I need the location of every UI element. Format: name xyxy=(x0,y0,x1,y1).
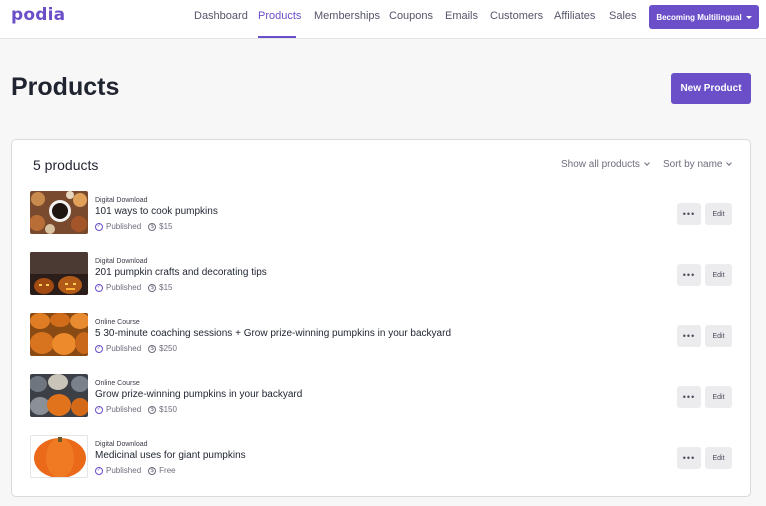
nav-products[interactable]: Products xyxy=(258,10,301,22)
price-label: $15 xyxy=(159,222,173,231)
single-pumpkin-image xyxy=(31,436,87,477)
product-meta: ✓ Published $ $15 xyxy=(95,222,173,231)
product-meta: ✓ Published $ $15 xyxy=(95,283,173,292)
jack-o-lantern-image xyxy=(30,252,88,295)
pumpkin-pile-image xyxy=(30,374,88,417)
product-name[interactable]: 101 ways to cook pumpkins xyxy=(95,206,218,217)
dollar-circle-icon: $ xyxy=(148,405,157,414)
edit-button[interactable]: Edit xyxy=(705,203,732,225)
status-label: Published xyxy=(106,283,142,292)
price-label: Free xyxy=(159,466,176,475)
coffee-pumpkin-image xyxy=(30,191,88,234)
product-name[interactable]: 5 30-minute coaching sessions + Grow pri… xyxy=(95,328,451,339)
status-label: Published xyxy=(106,222,142,231)
product-name[interactable]: Grow prize-winning pumpkins in your back… xyxy=(95,389,302,400)
product-thumbnail[interactable] xyxy=(30,191,88,234)
check-circle-icon: ✓ xyxy=(95,283,103,292)
edit-button[interactable]: Edit xyxy=(705,386,732,408)
product-type: Online Course xyxy=(95,380,140,387)
dollar-circle-icon: $ xyxy=(148,344,157,353)
product-row: Digital Download 201 pumpkin crafts and … xyxy=(12,252,750,300)
pumpkin-patch-image xyxy=(30,313,88,356)
product-name[interactable]: Medicinal uses for giant pumpkins xyxy=(95,450,246,461)
show-filter-dropdown[interactable]: Show all products xyxy=(561,159,650,170)
caret-down-icon xyxy=(745,16,752,19)
check-circle-icon: ✓ xyxy=(95,344,103,353)
nav-customers[interactable]: Customers xyxy=(490,10,543,22)
dollar-circle-icon: $ xyxy=(148,283,157,292)
product-type: Online Course xyxy=(95,319,140,326)
products-card: 5 products Show all products Sort by nam… xyxy=(11,139,751,497)
price-label: $15 xyxy=(159,283,173,292)
nav-emails[interactable]: Emails xyxy=(445,10,478,22)
more-options-button[interactable]: ••• xyxy=(677,325,701,347)
sort-label: Sort by name xyxy=(663,159,723,170)
edit-button[interactable]: Edit xyxy=(705,325,732,347)
check-circle-icon: ✓ xyxy=(95,466,103,475)
dollar-circle-icon: $ xyxy=(148,222,157,231)
product-meta: ✓ Published $ Free xyxy=(95,466,176,475)
dollar-circle-icon: $ xyxy=(148,466,157,475)
check-circle-icon: ✓ xyxy=(95,222,103,231)
price-label: $250 xyxy=(159,344,177,353)
nav-sales[interactable]: Sales xyxy=(609,10,637,22)
product-meta: ✓ Published $ $250 xyxy=(95,344,177,353)
product-row: Digital Download 101 ways to cook pumpki… xyxy=(12,191,750,239)
product-meta: ✓ Published $ $150 xyxy=(95,405,177,414)
edit-button[interactable]: Edit xyxy=(705,447,732,469)
nav-coupons[interactable]: Coupons xyxy=(389,10,433,22)
site-switcher-label: Becoming Multilingual xyxy=(656,12,742,22)
active-tab-indicator xyxy=(258,36,296,38)
show-filter-label: Show all products xyxy=(561,159,640,170)
chevron-down-icon xyxy=(726,160,733,166)
more-options-button[interactable]: ••• xyxy=(677,203,701,225)
product-row: Online Course 5 30-minute coaching sessi… xyxy=(12,313,750,361)
site-switcher-button[interactable]: Becoming Multilingual xyxy=(649,5,759,29)
product-name[interactable]: 201 pumpkin crafts and decorating tips xyxy=(95,267,267,278)
status-label: Published xyxy=(106,405,142,414)
product-type: Digital Download xyxy=(95,197,148,204)
product-row: Online Course Grow prize-winning pumpkin… xyxy=(12,374,750,422)
product-thumbnail[interactable] xyxy=(30,313,88,356)
edit-button[interactable]: Edit xyxy=(705,264,732,286)
nav-dashboard[interactable]: Dashboard xyxy=(194,10,248,22)
more-options-button[interactable]: ••• xyxy=(677,264,701,286)
product-thumbnail[interactable] xyxy=(30,435,88,478)
nav-memberships[interactable]: Memberships xyxy=(314,10,380,22)
status-label: Published xyxy=(106,344,142,353)
new-product-button[interactable]: New Product xyxy=(671,73,751,104)
check-circle-icon: ✓ xyxy=(95,405,103,414)
more-options-button[interactable]: ••• xyxy=(677,447,701,469)
product-thumbnail[interactable] xyxy=(30,252,88,295)
podia-logo[interactable]: podia xyxy=(11,5,65,25)
price-label: $150 xyxy=(159,405,177,414)
product-row: Digital Download Medicinal uses for gian… xyxy=(12,435,750,483)
nav-affiliates[interactable]: Affiliates xyxy=(554,10,595,22)
sort-dropdown[interactable]: Sort by name xyxy=(663,159,733,170)
product-thumbnail[interactable] xyxy=(30,374,88,417)
page-title: Products xyxy=(11,73,120,101)
product-type: Digital Download xyxy=(95,258,148,265)
chevron-down-icon xyxy=(644,160,650,166)
status-label: Published xyxy=(106,466,142,475)
product-count: 5 products xyxy=(33,157,99,173)
top-navigation: podia Dashboard Products Memberships Cou… xyxy=(0,0,766,39)
product-type: Digital Download xyxy=(95,441,148,448)
more-options-button[interactable]: ••• xyxy=(677,386,701,408)
